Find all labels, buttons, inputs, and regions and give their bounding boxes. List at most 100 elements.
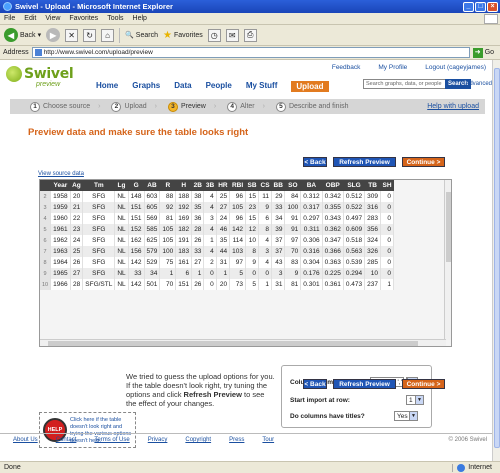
footer-about-us[interactable]: About Us — [13, 437, 38, 443]
back-button[interactable]: ◀ Back ▾ — [4, 28, 41, 42]
footer-contact[interactable]: Contact — [56, 437, 77, 443]
nav-data[interactable]: Data — [174, 81, 191, 92]
table-cell: 26 — [191, 279, 205, 290]
site-search-input[interactable]: Search graphs, data, or people — [363, 79, 449, 89]
maximize-icon[interactable]: □ — [475, 1, 486, 12]
footer-copyright-link[interactable]: Copyright — [185, 437, 211, 443]
column-header: 3B — [203, 180, 217, 191]
table-cell: 11 — [258, 191, 273, 202]
column-header: SH — [380, 180, 394, 191]
table-cell: 96 — [229, 191, 246, 202]
address-field[interactable]: http://www.swivel.com/upload/preview — [31, 47, 470, 58]
close-icon[interactable]: × — [487, 1, 498, 12]
table-header-row: Year Ag Tm Lg G AB R H 2B 3B HR RBI SB CS BB SO BA OBP SLG… — [40, 180, 394, 191]
menu-help[interactable]: Help — [133, 15, 147, 22]
menu-file[interactable]: File — [4, 15, 15, 22]
footer-press[interactable]: Press — [229, 437, 244, 443]
table-row: 7 1963 25 SFG NL 156 579 100 183 33 4 44 103 8 3 37 70 0.… — [40, 246, 395, 257]
favorites-button[interactable]: ★ Favorites — [163, 30, 203, 41]
swivel-logo[interactable]: Swivel preview — [6, 66, 74, 88]
table-cell: 0 — [245, 268, 260, 279]
search-icon: 🔍 — [125, 32, 134, 39]
grid-vertical-scrollbar[interactable] — [444, 180, 451, 340]
table-cell: SFG/STL — [82, 279, 116, 290]
table-cell: 161 — [175, 257, 193, 268]
table-cell: 191 — [175, 235, 193, 246]
history-icon[interactable]: ◷ — [207, 28, 221, 42]
table-cell: 10 — [245, 235, 260, 246]
scroll-thumb[interactable] — [494, 68, 500, 448]
table-cell: 10 — [364, 268, 381, 279]
menu-favorites[interactable]: Favorites — [69, 15, 98, 22]
stop-icon[interactable]: ✕ — [65, 28, 79, 42]
table-cell: 1 — [380, 279, 395, 290]
step-number: 3 — [167, 101, 178, 112]
grid-horizontal-scrollbar[interactable] — [40, 339, 446, 346]
nav-my-stuff[interactable]: My Stuff — [246, 81, 278, 92]
top-button-row: < Back Refresh Preview Continue > — [303, 157, 445, 167]
help-with-upload-link[interactable]: Help with upload — [427, 103, 479, 110]
refresh-preview-button[interactable]: Refresh Preview — [333, 157, 396, 167]
scroll-thumb[interactable] — [48, 341, 418, 346]
mail-icon[interactable]: ✉ — [225, 28, 239, 42]
go-button[interactable]: ➜ Go — [472, 47, 494, 58]
print-icon[interactable]: ⎙ — [243, 28, 257, 42]
table-cell: 0.522 — [343, 202, 366, 213]
scroll-thumb[interactable] — [446, 192, 451, 262]
advanced-search-link[interactable]: Advanced — [465, 81, 492, 87]
refresh-icon[interactable]: ↻ — [83, 28, 97, 42]
back-step-button[interactable]: < Back — [303, 157, 327, 167]
table-cell: 114 — [229, 235, 246, 246]
table-cell: 1959 — [50, 202, 71, 213]
start-row-select[interactable]: 1 ▼ — [406, 395, 424, 405]
table-cell: 15 — [245, 213, 260, 224]
refresh-preview-button-bottom[interactable]: Refresh Preview — [333, 379, 396, 389]
options-explanation: We tried to guess the upload options for… — [126, 372, 276, 408]
table-cell: 285 — [364, 257, 381, 268]
table-cell: 73 — [229, 279, 246, 290]
table-cell: 1964 — [50, 257, 71, 268]
logout-link[interactable]: Logout (cageyjames) — [425, 64, 486, 71]
toolbar-divider — [119, 27, 121, 43]
table-cell: 605 — [144, 202, 161, 213]
footer-privacy[interactable]: Privacy — [148, 437, 168, 443]
footer-terms[interactable]: Terms of Use — [94, 437, 129, 443]
table-cell: 2 — [203, 257, 217, 268]
ie-icon — [3, 2, 12, 11]
titles-select[interactable]: Yes ▼ — [394, 411, 418, 421]
table-cell: 100 — [159, 246, 177, 257]
table-cell: 0.497 — [343, 213, 366, 224]
step-upload[interactable]: 2 Upload › — [111, 101, 157, 112]
step-choose-source[interactable]: 1 Choose source › — [30, 101, 100, 112]
back-step-button-bottom[interactable]: < Back — [303, 379, 327, 389]
windows-logo-icon — [484, 13, 498, 24]
forward-button[interactable]: ▶ — [46, 28, 61, 42]
continue-button[interactable]: Continue > — [402, 157, 445, 167]
continue-button-bottom[interactable]: Continue > — [402, 379, 445, 389]
table-cell: 316 — [364, 202, 381, 213]
step-alter: 4 Alter › — [227, 101, 265, 112]
column-header: CS — [258, 180, 272, 191]
table-cell: 625 — [144, 235, 161, 246]
data-preview-grid[interactable]: Year Ag Tm Lg G AB R H 2B 3B HR RBI SB CS BB SO BA OBP SLG… — [39, 179, 452, 347]
menu-edit[interactable]: Edit — [24, 15, 36, 22]
table-cell: 38 — [191, 191, 205, 202]
nav-graphs[interactable]: Graphs — [132, 81, 160, 92]
step-preview: 3 Preview › — [167, 101, 216, 112]
search-button[interactable]: 🔍 Search — [125, 31, 158, 40]
menu-view[interactable]: View — [45, 15, 60, 22]
feedback-link[interactable]: Feedback — [332, 64, 361, 71]
page-vertical-scrollbar[interactable] — [492, 60, 500, 461]
row-number: 6 — [40, 235, 52, 246]
nav-home[interactable]: Home — [96, 81, 118, 92]
menu-tools[interactable]: Tools — [107, 15, 123, 22]
minimize-icon[interactable]: _ — [463, 1, 474, 12]
view-source-link[interactable]: View source data — [38, 171, 84, 177]
nav-people[interactable]: People — [206, 81, 232, 92]
security-zone: Internet — [452, 463, 492, 472]
my-profile-link[interactable]: My Profile — [378, 64, 407, 71]
table-cell: 142 — [229, 224, 246, 235]
footer-tour[interactable]: Tour — [262, 437, 274, 443]
nav-upload[interactable]: Upload — [291, 81, 329, 92]
home-icon[interactable]: ⌂ — [101, 28, 115, 42]
